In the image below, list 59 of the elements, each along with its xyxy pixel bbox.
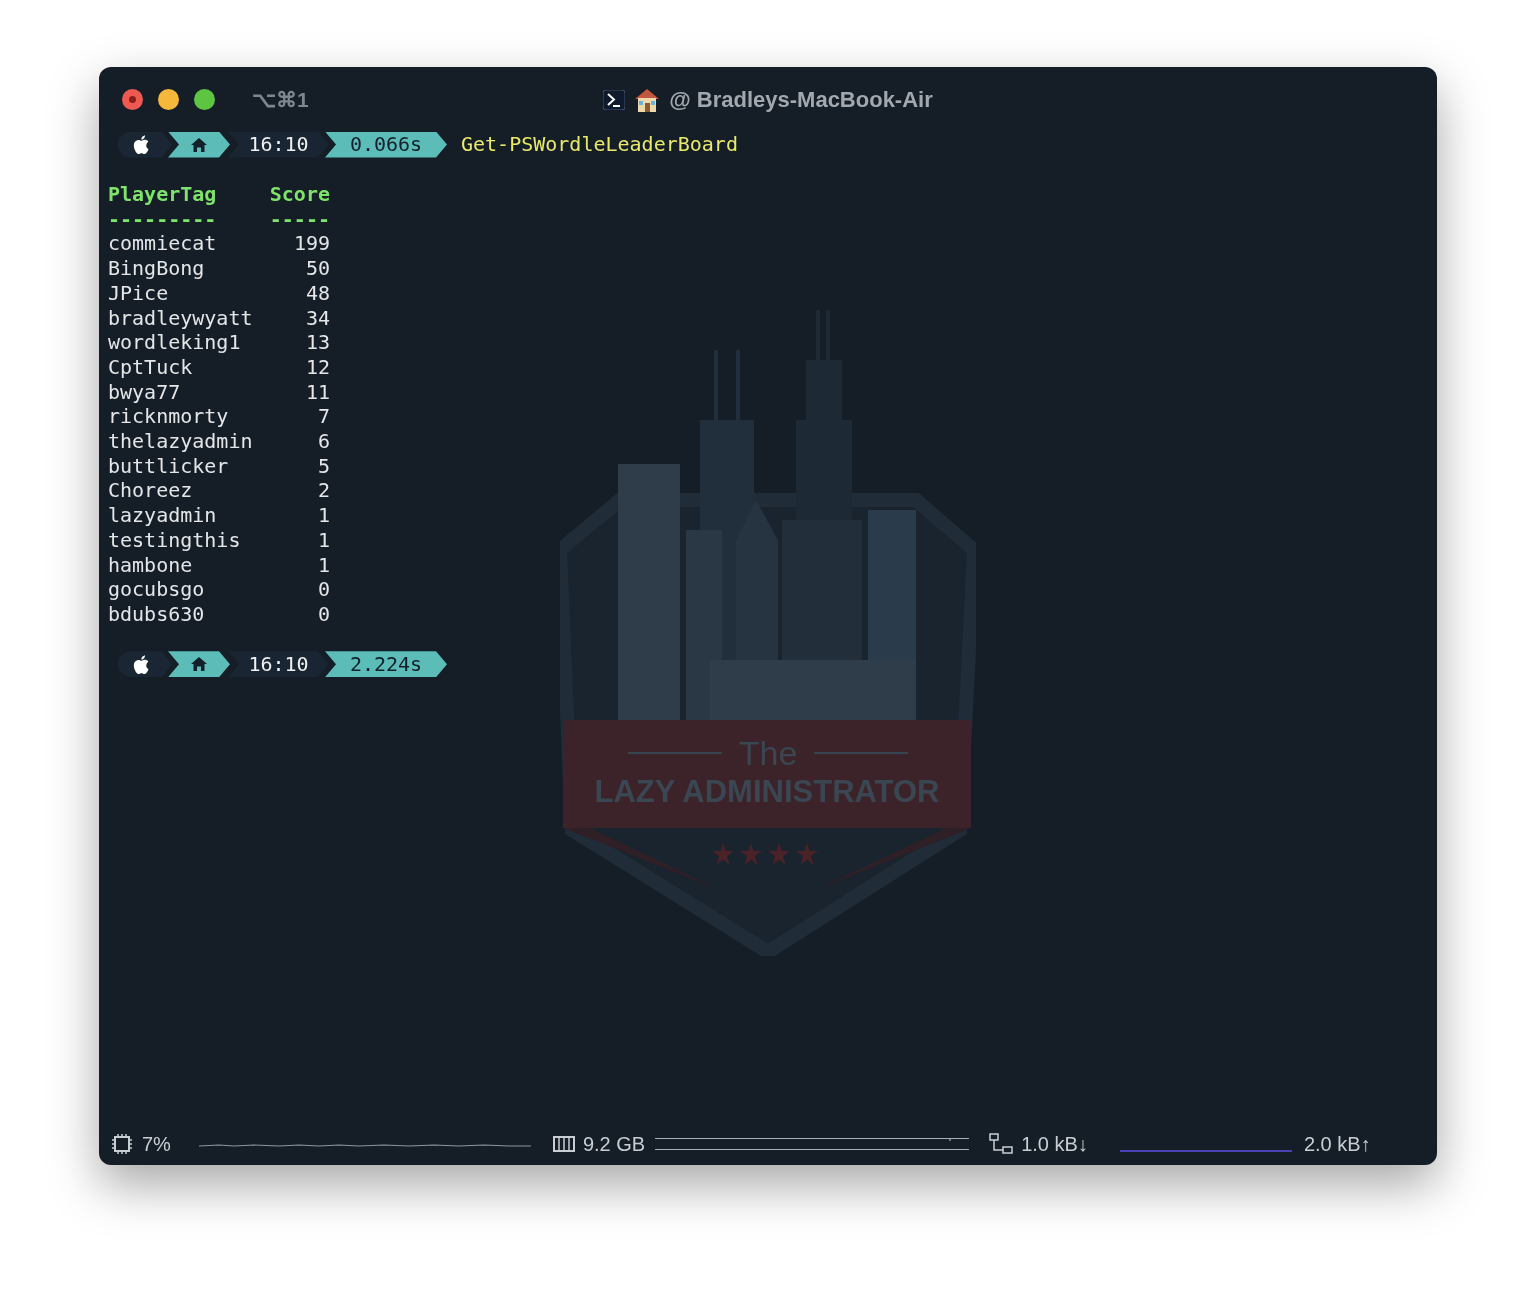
shortcut-text: ⌥⌘1 xyxy=(252,86,309,113)
cpu-icon xyxy=(111,1133,133,1155)
cpu-usage-text: 7% xyxy=(142,1132,171,1157)
apple-icon xyxy=(132,654,150,674)
window-title: @ Bradleys-MacBook-Air xyxy=(669,86,933,114)
memory-usage-text: 9.2 GB xyxy=(582,1132,646,1157)
zoom-button[interactable] xyxy=(194,89,215,110)
upload-rate-text: 2.0 kB↑ xyxy=(1303,1132,1371,1157)
player-tag-cell-text: gocubsgo xyxy=(108,577,206,602)
player-tag-cell-text: buttlicker xyxy=(108,453,230,479)
score-cell-text: 12 xyxy=(304,354,330,380)
time-segment: 16:10 xyxy=(228,651,329,678)
score-cell-text: 2 xyxy=(316,478,330,504)
star-row-icon xyxy=(712,843,820,865)
network-icon xyxy=(989,1133,1014,1155)
duration-segment: 0.066s xyxy=(325,131,447,158)
player-tag-cell-text: bdubs630 xyxy=(108,601,206,627)
player-tag-cell-text: lazyadmin xyxy=(108,503,218,528)
terminal-icon xyxy=(603,89,626,110)
score-cell-text: 1 xyxy=(316,552,330,578)
player-tag-cell-text: bradleywyatt xyxy=(108,305,254,331)
command-text: Get-PSWordleLeaderBoard xyxy=(461,132,738,157)
column-header: PlayerTag xyxy=(108,182,218,207)
player-tag-cell-text: wordleking1 xyxy=(108,330,242,355)
player-tag-cell-text: testingthis xyxy=(108,527,242,553)
player-tag-cell-text: bwya77 xyxy=(108,379,182,405)
apple-icon xyxy=(132,135,150,154)
player-tag-cell-text: Choreez xyxy=(108,478,194,504)
duration-segment: 2.224s xyxy=(325,651,447,678)
memory-icon xyxy=(552,1135,575,1153)
header-underline: --------- xyxy=(108,206,218,232)
home-icon xyxy=(190,136,208,153)
minimize-button[interactable] xyxy=(158,89,179,110)
score-cell-text: 1 xyxy=(316,527,330,553)
score-cell-text: 13 xyxy=(304,330,330,355)
player-tag-cell-text: CptTuck xyxy=(108,354,194,380)
score-cell-text: 48 xyxy=(304,280,330,306)
close-button[interactable] xyxy=(122,89,143,110)
score-cell-text: 0 xyxy=(316,601,330,627)
home-icon xyxy=(190,656,208,673)
score-cell-text: 6 xyxy=(316,429,330,454)
score-cell-text: 34 xyxy=(304,305,330,331)
header-underline: ----- xyxy=(268,206,330,232)
download-rate-text: 1.0 kB↓ xyxy=(1021,1132,1088,1157)
score-cell-text: 0 xyxy=(316,577,330,602)
player-tag-cell-text: thelazyadmin xyxy=(108,429,254,454)
player-tag-cell-text: BingBong xyxy=(108,256,206,281)
score-cell-text: 7 xyxy=(316,404,330,430)
score-cell-text: 5 xyxy=(316,453,330,479)
player-tag-cell-text: JPice xyxy=(108,280,170,306)
player-tag-cell-text: commiecat xyxy=(108,231,218,257)
column-header: Score xyxy=(268,182,330,207)
score-cell-text: 1 xyxy=(316,503,330,528)
player-tag-cell-text: hambone xyxy=(108,552,194,578)
score-cell-text: 199 xyxy=(292,231,330,257)
player-tag-cell-text: ricknmorty xyxy=(108,404,230,430)
score-cell-text: 50 xyxy=(304,256,330,281)
score-cell-text: 11 xyxy=(304,379,330,405)
time-segment: 16:10 xyxy=(228,131,329,158)
